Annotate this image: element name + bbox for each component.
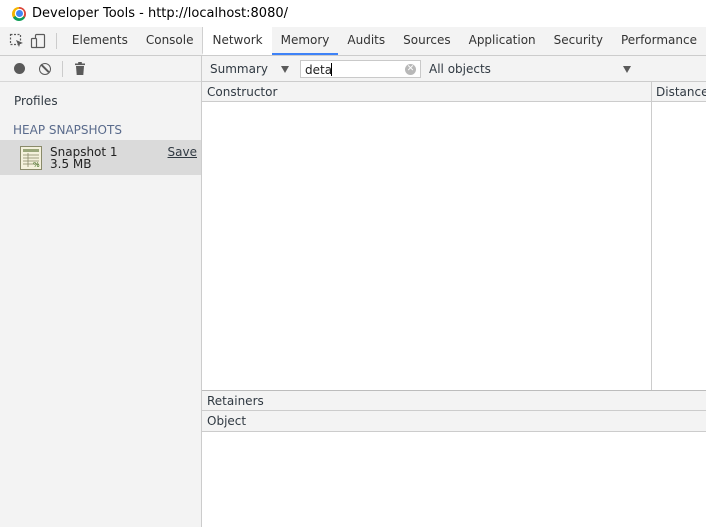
column-distance[interactable]: Distance	[656, 85, 706, 99]
retainers-grid-body	[202, 432, 706, 527]
tab-performance[interactable]: Performance	[612, 27, 706, 55]
profiles-label: Profiles	[14, 94, 58, 108]
class-filter-input[interactable]: deta ✕	[300, 60, 421, 78]
tab-elements[interactable]: Elements	[63, 27, 137, 55]
sidebar-toolbar	[0, 56, 201, 82]
summary-grid-header: Constructor Distance	[202, 82, 706, 102]
class-filter-value: deta	[305, 63, 333, 77]
snapshot-item[interactable]: % Snapshot 1 3.5 MB Save	[0, 140, 201, 175]
objects-select[interactable]: All objects	[429, 62, 491, 76]
heap-snapshots-header: HEAP SNAPSHOTS	[13, 123, 122, 137]
snapshot-save-link[interactable]: Save	[168, 145, 197, 159]
tab-sources[interactable]: Sources	[394, 27, 459, 55]
tab-application[interactable]: Application	[460, 27, 545, 55]
clear-icon	[39, 62, 51, 75]
retainers-grid-header: Object	[202, 411, 706, 432]
record-button[interactable]	[6, 57, 32, 81]
snapshot-size: 3.5 MB	[50, 157, 92, 171]
device-toolbar-icon[interactable]	[27, 27, 48, 55]
text-caret	[331, 63, 332, 76]
inspect-element-icon[interactable]	[6, 27, 27, 55]
record-icon	[13, 63, 25, 74]
heap-snapshot-icon: %	[20, 146, 42, 170]
heap-snapshot-view: Summary deta ✕ All objects Constructor D…	[202, 56, 706, 527]
retainers-section-header[interactable]: Retainers	[202, 390, 706, 411]
column-constructor[interactable]: Constructor	[207, 85, 277, 99]
snapshot-toolbar: Summary deta ✕ All objects	[202, 56, 706, 82]
view-select[interactable]: Summary	[210, 62, 268, 76]
clear-all-button[interactable]	[32, 57, 58, 81]
trash-icon	[75, 62, 85, 75]
tab-security[interactable]: Security	[545, 27, 612, 55]
collect-garbage-button[interactable]	[67, 57, 93, 81]
column-object[interactable]: Object	[207, 414, 246, 428]
sidebar-toolbar-separator	[62, 60, 63, 77]
tab-memory[interactable]: Memory	[271, 27, 339, 55]
profiles-sidebar: Profiles HEAP SNAPSHOTS % Snapshot 1 3.5…	[0, 56, 202, 527]
tab-audits[interactable]: Audits	[338, 27, 394, 55]
toolbar-separator	[56, 33, 57, 49]
window-titlebar: Developer Tools - http://localhost:8080/	[0, 0, 706, 27]
window-title: Developer Tools - http://localhost:8080/	[32, 6, 288, 21]
clear-filter-icon[interactable]: ✕	[405, 64, 416, 75]
svg-text:%: %	[33, 161, 40, 169]
tab-console[interactable]: Console	[137, 27, 203, 55]
column-divider[interactable]	[651, 82, 652, 390]
devtools-tabbar: Elements Console Network Memory Audits S…	[0, 27, 706, 56]
retainers-title: Retainers	[207, 394, 264, 408]
tab-network[interactable]: Network	[202, 27, 272, 55]
chrome-logo-icon	[12, 6, 26, 21]
objects-select-chevron-down-icon[interactable]	[623, 66, 631, 73]
summary-grid-body	[202, 102, 706, 390]
view-select-chevron-down-icon[interactable]	[281, 66, 289, 73]
